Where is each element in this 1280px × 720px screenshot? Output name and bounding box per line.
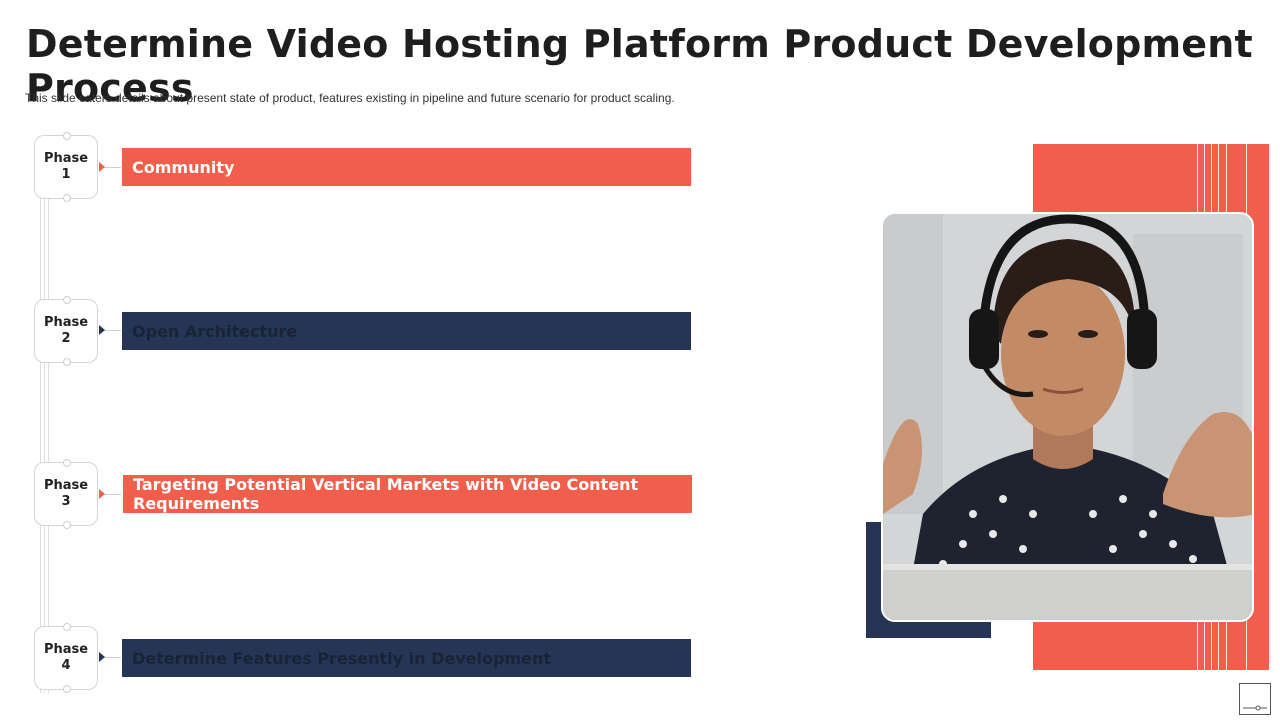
photo-illustration <box>883 214 1252 620</box>
phase-2-bar: Open Architecture <box>122 312 691 350</box>
timeline-line <box>44 138 45 693</box>
timeline-node <box>63 132 71 140</box>
arrow-icon <box>99 325 105 335</box>
timeline-node <box>63 194 71 202</box>
phase-3-bar: Targeting Potential Vertical Markets wit… <box>123 475 692 513</box>
arrow-icon <box>99 162 105 172</box>
phase-label: Phase <box>43 151 89 166</box>
phase-1-bar: Community <box>122 148 691 186</box>
timeline-node <box>63 685 71 693</box>
phase-label: Phase <box>43 315 89 330</box>
timeline-node <box>63 358 71 366</box>
timeline-node <box>63 459 71 467</box>
phase-number: 1 <box>61 167 71 182</box>
arrow-icon <box>99 652 105 662</box>
timeline-node <box>63 296 71 304</box>
phase-4-bar: Determine Features Presently in Developm… <box>122 639 691 677</box>
page-subtitle: This slide caters details about present … <box>25 91 675 105</box>
phase-label: Phase <box>43 642 89 657</box>
phase-4-box: Phase 4 <box>34 623 98 693</box>
timeline-line <box>40 138 41 693</box>
phase-number: 2 <box>61 331 71 346</box>
timeline-node <box>63 521 71 529</box>
arrow-icon <box>99 489 105 499</box>
timeline-node <box>63 623 71 631</box>
phase-label: Phase <box>43 478 89 493</box>
phase-3-box: Phase 3 <box>34 459 98 529</box>
woman-with-headset-photo <box>881 212 1254 622</box>
phase-number: 4 <box>61 658 71 673</box>
timeline-line <box>48 138 49 693</box>
phase-2-box: Phase 2 <box>34 296 98 366</box>
phase-number: 3 <box>61 494 71 509</box>
phase-1-box: Phase 1 <box>34 132 98 202</box>
slide-thumbnail-icon <box>1239 683 1271 715</box>
